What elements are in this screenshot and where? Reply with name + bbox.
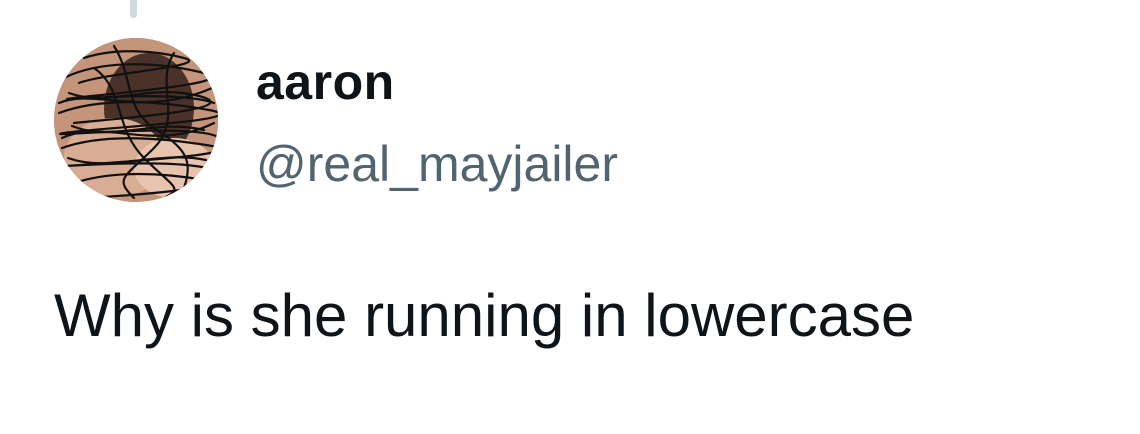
tweet-card[interactable]: aaron @real_mayjailer Why is she running… — [0, 0, 1140, 434]
scribbled-avatar-icon — [54, 38, 218, 202]
avatar[interactable] — [54, 38, 218, 202]
tweet-text: Why is she running in lowercase — [54, 282, 915, 349]
thread-connector-line — [130, 0, 137, 18]
user-handle[interactable]: @real_mayjailer — [256, 132, 618, 196]
display-name[interactable]: aaron — [256, 50, 395, 114]
